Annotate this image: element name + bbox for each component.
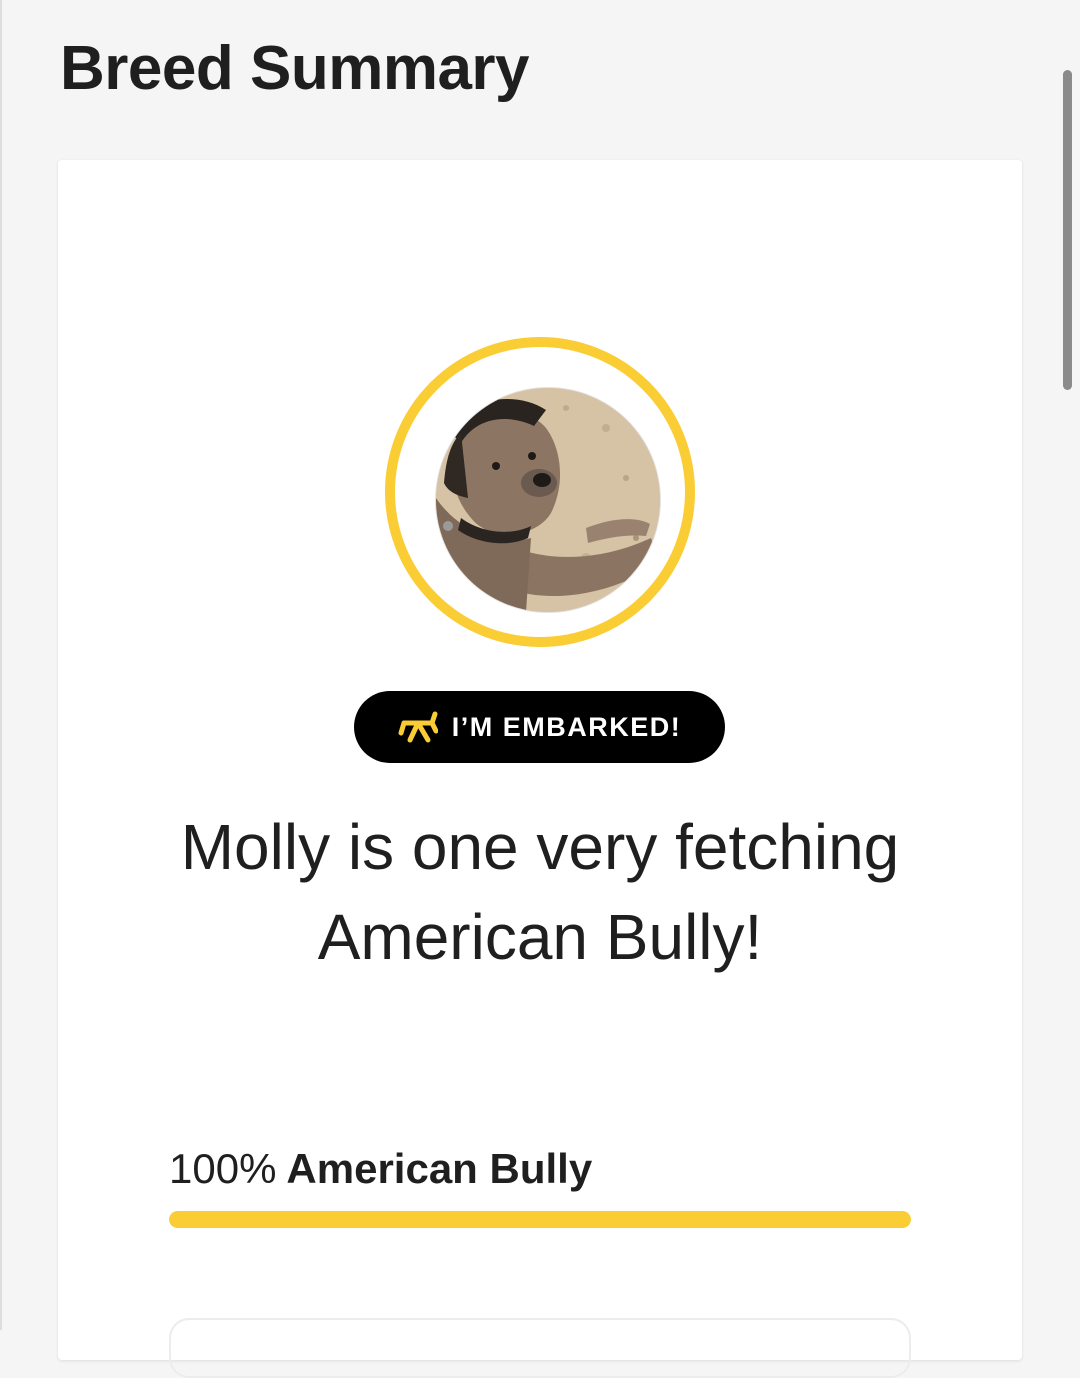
window-left-edge [0,0,2,1330]
embarked-badge: I’M EMBARKED! [354,691,725,763]
breed-name: American Bully [286,1145,593,1192]
balloon-dog-icon [398,709,438,745]
breed-percentage-bar [169,1211,911,1228]
breed-headline: Molly is one very fetching American Bull… [180,811,900,973]
dog-avatar-ring [385,337,695,647]
dog-photo[interactable] [436,388,660,612]
scrollbar-thumb[interactable] [1063,70,1072,390]
breed-percentage-bar-fill [169,1211,911,1228]
breed-percent: 100% [169,1145,277,1192]
embarked-badge-label: I’M EMBARKED! [451,711,682,742]
page-title: Breed Summary [60,34,530,103]
dog-photo-illustration [436,388,660,612]
next-section-card[interactable] [169,1318,911,1378]
breed-summary-card: I’M EMBARKED! Molly is one very fetching… [58,160,1022,1378]
breed-result-row: 100% American Bully [169,1142,592,1196]
